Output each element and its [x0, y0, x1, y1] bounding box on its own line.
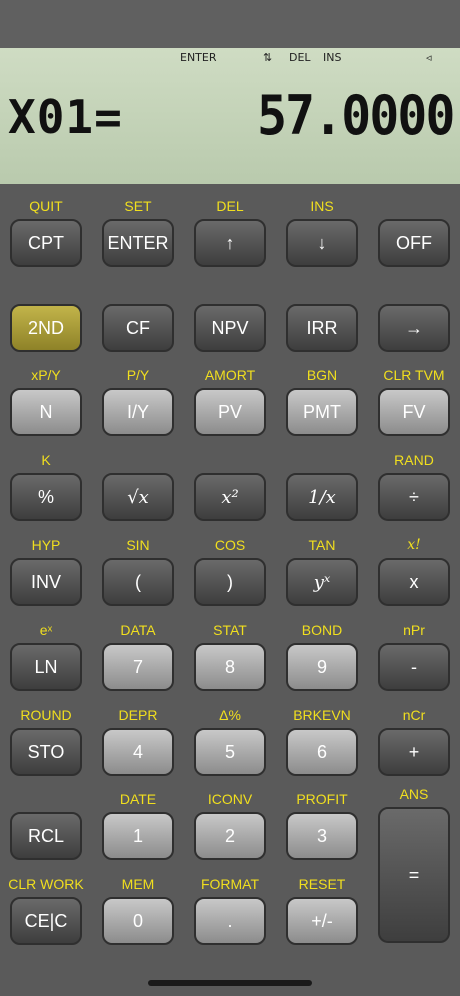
display-variable: X01= [8, 90, 123, 144]
up-arrow-button[interactable]: ↑ [194, 219, 266, 267]
status-bar [0, 0, 460, 48]
off-button[interactable]: OFF [378, 219, 450, 267]
label-date: DATE [119, 791, 157, 807]
digit-1-button[interactable]: 1 [102, 812, 174, 860]
second-function-button[interactable]: 2ND [10, 304, 82, 352]
label-ans: ANS [399, 786, 429, 802]
label-hyp: HYP [31, 537, 61, 553]
iy-button[interactable]: I/Y [102, 388, 174, 436]
inv-button[interactable]: INV [10, 558, 82, 606]
annunciator-updown: ⇅ [263, 51, 273, 64]
ce-c-button[interactable]: CE|C [10, 897, 82, 945]
label-profit: PROFIT [296, 791, 348, 807]
label-bond: BOND [301, 622, 343, 638]
label-rand: RAND [394, 452, 434, 468]
annunciator-del: DEL [289, 51, 311, 64]
label-clr-work: CLR WORK [8, 876, 84, 892]
label-format: FORMAT [200, 876, 260, 892]
label-factorial: x! [407, 537, 421, 553]
display-value: 57.0000 [257, 84, 456, 147]
label-cos: COS [214, 537, 246, 553]
rcl-button[interactable]: RCL [10, 812, 82, 860]
ln-button[interactable]: LN [10, 643, 82, 691]
digit-6-button[interactable]: 6 [286, 728, 358, 776]
label-k: K [41, 452, 51, 468]
irr-button[interactable]: IRR [286, 304, 358, 352]
label-ncr: nCr [402, 707, 426, 723]
label-reset: RESET [298, 876, 346, 892]
minus-button[interactable]: - [378, 643, 450, 691]
label-sin: SIN [126, 537, 150, 553]
cf-button[interactable]: CF [102, 304, 174, 352]
close-paren-button[interactable]: ) [194, 558, 266, 606]
label-clr-tvm: CLR TVM [383, 367, 445, 383]
label-brkevn: BRKEVN [293, 707, 351, 723]
label-mem: MEM [121, 876, 155, 892]
sto-button[interactable]: STO [10, 728, 82, 776]
right-arrow-button[interactable]: → [378, 304, 450, 352]
power-button[interactable]: yˣ [286, 558, 358, 606]
label-bgn: BGN [306, 367, 338, 383]
plus-button[interactable]: + [378, 728, 450, 776]
lcd-display: ENTER ⇅ DEL INS ◃ X01= 57.0000 [0, 48, 460, 184]
label-set: SET [124, 198, 152, 214]
label-del: DEL [216, 198, 244, 214]
label-amort: AMORT [204, 367, 256, 383]
label-npr: nPr [403, 622, 425, 638]
label-round: ROUND [20, 707, 72, 723]
n-button[interactable]: N [10, 388, 82, 436]
enter-button[interactable]: ENTER [102, 219, 174, 267]
label-delta-percent: Δ% [219, 707, 241, 723]
digit-7-button[interactable]: 7 [102, 643, 174, 691]
digit-2-button[interactable]: 2 [194, 812, 266, 860]
digit-8-button[interactable]: 8 [194, 643, 266, 691]
annunciator-enter: ENTER [180, 51, 217, 64]
annunciator-ins: INS [323, 51, 342, 64]
fv-button[interactable]: FV [378, 388, 450, 436]
cpt-button[interactable]: CPT [10, 219, 82, 267]
label-data: DATA [120, 622, 156, 638]
label-stat: STAT [213, 622, 247, 638]
digit-3-button[interactable]: 3 [286, 812, 358, 860]
label-tan: TAN [308, 537, 336, 553]
down-arrow-button[interactable]: ↓ [286, 219, 358, 267]
label-depr: DEPR [118, 707, 158, 723]
square-button[interactable]: x² [194, 473, 266, 521]
multiply-button[interactable]: x [378, 558, 450, 606]
decimal-button[interactable]: . [194, 897, 266, 945]
digit-4-button[interactable]: 4 [102, 728, 174, 776]
pmt-button[interactable]: PMT [286, 388, 358, 436]
label-iconv: ICONV [207, 791, 253, 807]
digit-5-button[interactable]: 5 [194, 728, 266, 776]
reciprocal-button[interactable]: 1/x [286, 473, 358, 521]
sign-toggle-button[interactable]: +/- [286, 897, 358, 945]
label-exp: eˣ [39, 622, 53, 638]
open-paren-button[interactable]: ( [102, 558, 174, 606]
digit-9-button[interactable]: 9 [286, 643, 358, 691]
sqrt-button[interactable]: √x [102, 473, 174, 521]
npv-button[interactable]: NPV [194, 304, 266, 352]
percent-button[interactable]: % [10, 473, 82, 521]
label-ins: INS [310, 198, 334, 214]
pv-button[interactable]: PV [194, 388, 266, 436]
annunciator-arrow: ◃ [426, 51, 432, 64]
digit-0-button[interactable]: 0 [102, 897, 174, 945]
equals-button[interactable]: = [378, 807, 450, 943]
home-indicator[interactable] [148, 980, 312, 986]
divide-button[interactable]: ÷ [378, 473, 450, 521]
label-xpy: xP/Y [31, 367, 61, 383]
label-py: P/Y [126, 367, 150, 383]
label-quit: QUIT [29, 198, 63, 214]
